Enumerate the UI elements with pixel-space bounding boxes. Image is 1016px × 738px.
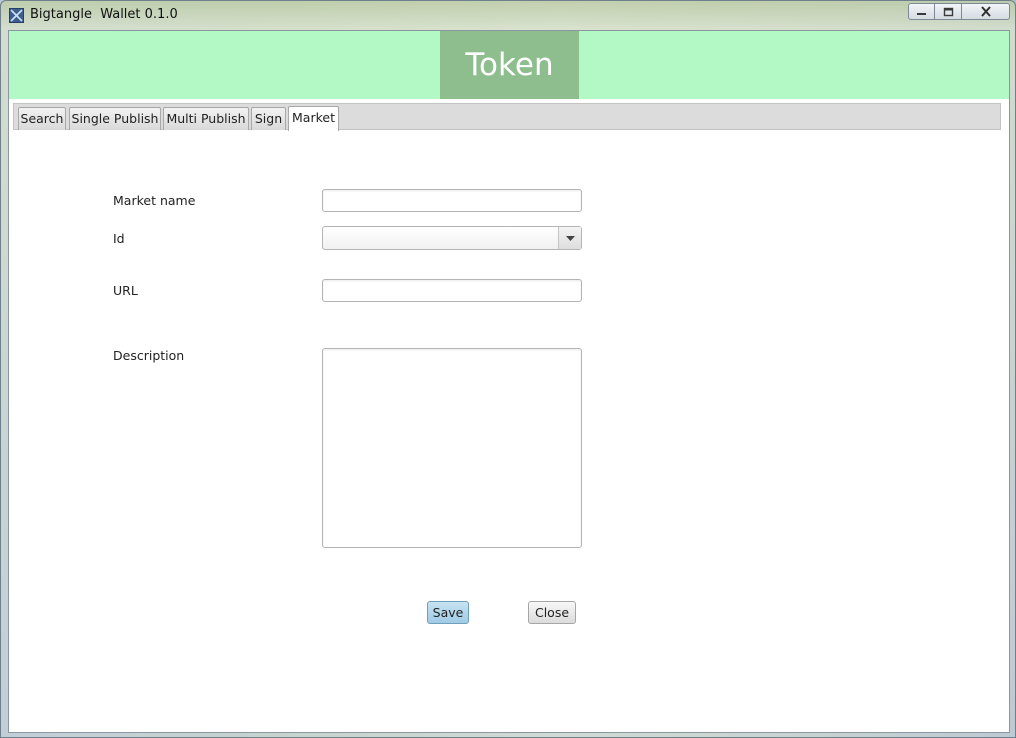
tab-bar: Search Single Publish Multi Publish Sign… — [13, 103, 1001, 131]
tab-market[interactable]: Market — [288, 106, 339, 131]
market-name-field[interactable] — [322, 189, 582, 212]
maximize-button[interactable] — [935, 3, 962, 20]
close-window-button[interactable] — [962, 3, 1010, 20]
url-field[interactable] — [322, 279, 582, 302]
page-title: Token — [440, 31, 579, 99]
client-area: Token Search Single Publish Multi Publis… — [8, 30, 1010, 733]
minimize-icon — [917, 13, 926, 15]
title-bar[interactable]: Bigtangle Wallet 0.1.0 — [1, 1, 1015, 29]
tab-multi-publish[interactable]: Multi Publish — [163, 107, 249, 130]
close-icon — [980, 6, 991, 17]
window-title: Bigtangle Wallet 0.1.0 — [30, 7, 178, 22]
id-combobox[interactable] — [322, 226, 582, 250]
minimize-button[interactable] — [908, 3, 935, 20]
description-textarea[interactable] — [322, 348, 582, 548]
id-label: Id — [113, 231, 125, 246]
header-band: Token — [9, 31, 1009, 99]
url-label: URL — [113, 283, 138, 298]
chevron-down-icon — [565, 235, 575, 241]
close-button[interactable]: Close — [528, 601, 576, 624]
tab-single-publish[interactable]: Single Publish — [69, 107, 161, 130]
tab-sign[interactable]: Sign — [251, 107, 286, 130]
application-window: Bigtangle Wallet 0.1.0 Token Search Sing… — [0, 0, 1016, 738]
app-icon — [9, 8, 24, 23]
id-dropdown-button[interactable] — [558, 227, 581, 249]
market-name-label: Market name — [113, 193, 196, 208]
save-button[interactable]: Save — [427, 601, 469, 624]
tab-search[interactable]: Search — [18, 107, 66, 130]
maximize-icon — [943, 7, 953, 16]
description-label: Description — [113, 348, 185, 363]
